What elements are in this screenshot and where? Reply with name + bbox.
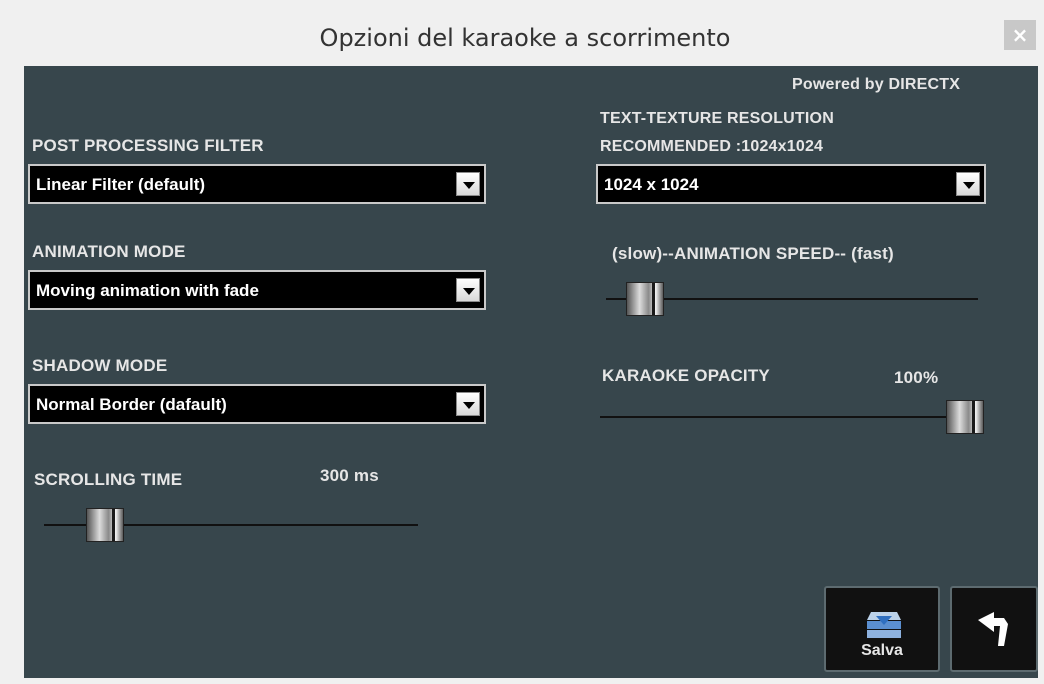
karaoke-opacity-slider-thumb[interactable]	[946, 400, 984, 434]
powered-by-label: Powered by DIRECTX	[792, 76, 961, 93]
animation-mode-label: ANIMATION MODE	[32, 242, 186, 261]
text-texture-select[interactable]: 1024 x 1024	[596, 164, 986, 204]
karaoke-opacity-value: 100%	[894, 368, 939, 387]
save-button[interactable]: Salva	[824, 586, 940, 672]
text-texture-value: 1024 x 1024	[604, 175, 699, 194]
chevron-down-icon[interactable]	[956, 172, 980, 196]
karaoke-options-window: Opzioni del karaoke a scorrimento × Powe…	[0, 0, 1044, 684]
back-button[interactable]	[950, 586, 1038, 672]
post-processing-label: POST PROCESSING FILTER	[32, 136, 264, 155]
shadow-mode-value: Normal Border (dafault)	[36, 395, 227, 414]
animation-mode-select[interactable]: Moving animation with fade	[28, 270, 486, 310]
post-processing-value: Linear Filter (default)	[36, 175, 206, 194]
text-texture-label-line1: TEXT-TEXTURE RESOLUTION	[600, 110, 834, 127]
text-texture-label-line2: RECOMMENDED :1024x1024	[600, 138, 824, 155]
scrolling-time-value: 300 ms	[320, 466, 379, 485]
shadow-mode-label: SHADOW MODE	[32, 356, 168, 375]
options-panel: Powered by DIRECTX POST PROCESSING FILTE…	[24, 66, 1038, 678]
chevron-down-icon[interactable]	[456, 172, 480, 196]
shadow-mode-select[interactable]: Normal Border (dafault)	[28, 384, 486, 424]
animation-mode-value: Moving animation with fade	[36, 281, 259, 300]
chevron-down-icon[interactable]	[456, 278, 480, 302]
scrolling-time-slider-thumb[interactable]	[86, 508, 124, 542]
post-processing-select[interactable]: Linear Filter (default)	[28, 164, 486, 204]
karaoke-opacity-label: KARAOKE OPACITY	[602, 366, 770, 385]
scrolling-time-label: SCROLLING TIME	[34, 470, 183, 489]
karaoke-opacity-track[interactable]	[600, 416, 984, 418]
window-title: Opzioni del karaoke a scorrimento	[319, 24, 731, 52]
title-bar: Opzioni del karaoke a scorrimento	[10, 14, 1040, 64]
undo-arrow-icon	[978, 612, 1008, 646]
animation-speed-label: (slow)--ANIMATION SPEED-- (fast)	[612, 244, 894, 263]
chevron-down-icon[interactable]	[456, 392, 480, 416]
animation-speed-slider-thumb[interactable]	[626, 282, 664, 316]
close-button[interactable]: ×	[1004, 20, 1036, 50]
save-icon	[867, 612, 901, 638]
save-button-label: Salva	[861, 642, 903, 659]
